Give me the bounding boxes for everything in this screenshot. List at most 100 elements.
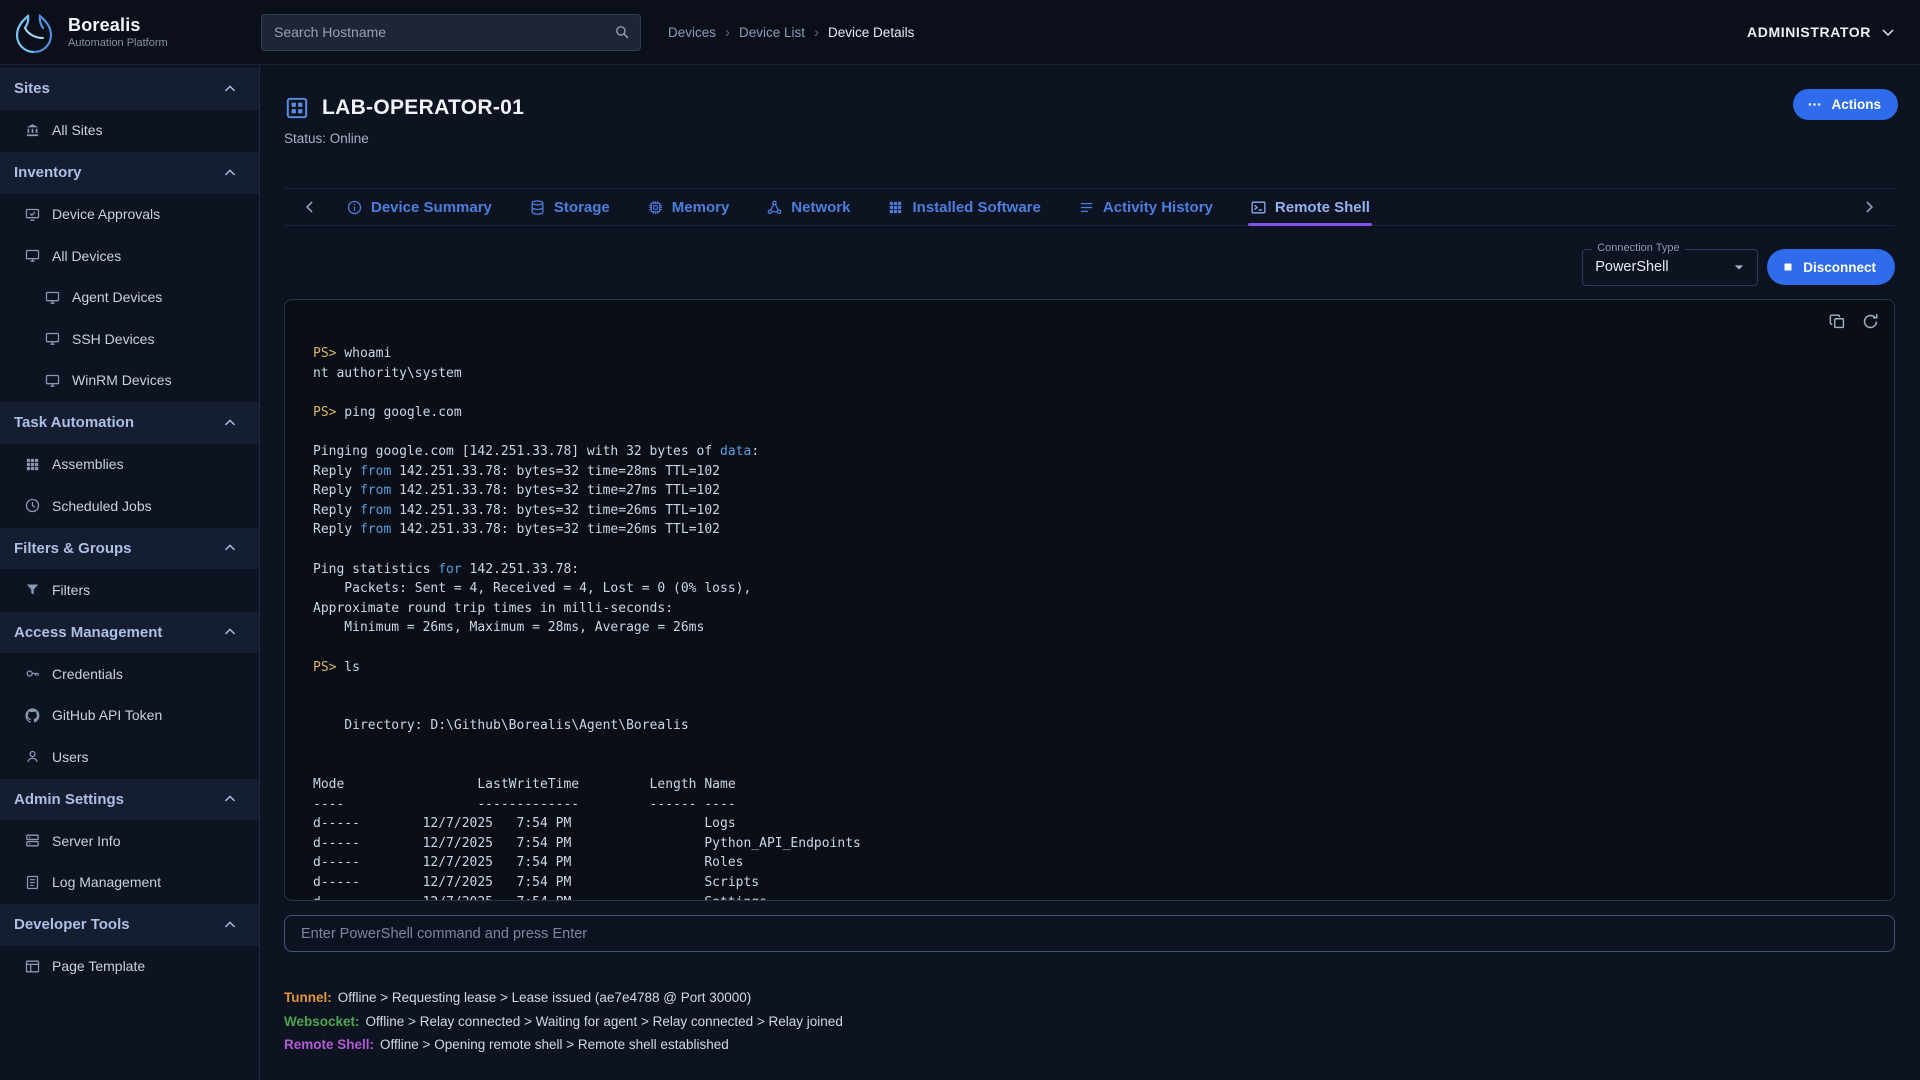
sidebar-section-access-management[interactable]: Access Management — [0, 612, 259, 654]
connection-type-select[interactable]: Connection Type PowerShell — [1582, 249, 1758, 286]
refresh-icon — [1861, 312, 1880, 331]
sidebar-item-filters[interactable]: Filters — [0, 569, 259, 611]
tabs-scroll-right-button[interactable] — [1859, 189, 1895, 225]
terminal-line: PS> whoami — [313, 344, 1866, 364]
sidebar-item-label: Assemblies — [52, 456, 124, 472]
network-icon — [766, 199, 783, 216]
chevron-up-icon — [221, 916, 239, 934]
sidebar-item-users[interactable]: Users — [0, 736, 259, 778]
status-line-websocket: Websocket:Offline > Relay connected > Wa… — [284, 1010, 1895, 1034]
tab-memory[interactable]: Memory — [645, 189, 732, 225]
sidebar-item-page-template[interactable]: Page Template — [0, 946, 259, 988]
tab-installed-software[interactable]: Installed Software — [885, 189, 1042, 225]
actions-button-label: Actions — [1831, 97, 1881, 112]
ellipsis-icon — [1806, 96, 1823, 113]
chevron-up-icon — [221, 80, 239, 98]
sidebar-item-github-api-token[interactable]: GitHub API Token — [0, 695, 259, 737]
terminal-line: d----- 12/7/2025 7:54 PM Roles — [313, 853, 1866, 873]
terminal-panel[interactable]: PS> whoamint authority\system PS> ping g… — [284, 299, 1895, 901]
device-header: LAB-OPERATOR-01 — [284, 91, 1895, 125]
monitor-icon — [44, 372, 61, 389]
breadcrumb-separator: › — [814, 24, 819, 41]
sidebar-item-assemblies[interactable]: Assemblies — [0, 444, 259, 486]
terminal-line — [313, 540, 1866, 560]
command-input[interactable] — [284, 915, 1895, 952]
terminal-line: Reply from 142.251.33.78: bytes=32 time=… — [313, 481, 1866, 501]
search-icon[interactable] — [613, 23, 631, 41]
tab-network[interactable]: Network — [764, 189, 852, 225]
device-check-icon — [24, 206, 41, 223]
sidebar-item-label: Users — [52, 749, 89, 765]
sidebar-section-inventory[interactable]: Inventory — [0, 152, 259, 194]
tab-device-summary[interactable]: Device Summary — [344, 189, 494, 225]
sidebar-item-label: Agent Devices — [72, 289, 162, 305]
user-menu[interactable]: ADMINISTRATOR — [1747, 22, 1898, 42]
status-line-label: Tunnel: — [284, 990, 332, 1005]
server-icon — [24, 832, 41, 849]
sidebar-section-admin-settings[interactable]: Admin Settings — [0, 779, 259, 821]
sidebar-item-label: Log Management — [52, 874, 161, 890]
copy-button[interactable] — [1828, 312, 1847, 331]
chevron-up-icon — [221, 623, 239, 641]
device-status: Status: Online — [284, 131, 1895, 146]
actions-button[interactable]: Actions — [1793, 89, 1898, 120]
terminal-line: Directory: D:\Github\Borealis\Agent\Bore… — [313, 716, 1866, 736]
status-line-text: Offline > Relay connected > Waiting for … — [366, 1014, 843, 1029]
sidebar-item-agent-devices[interactable]: Agent Devices — [0, 277, 259, 319]
history-icon — [1078, 199, 1095, 216]
topbar: Borealis Automation Platform Devices›Dev… — [0, 0, 1920, 65]
breadcrumb-item-device-details[interactable]: Device Details — [828, 25, 914, 40]
section-label: Developer Tools — [14, 916, 130, 933]
terminal-line: PS> ping google.com — [313, 403, 1866, 423]
sidebar-item-label: SSH Devices — [72, 331, 154, 347]
terminal-line: Reply from 142.251.33.78: bytes=32 time=… — [313, 520, 1866, 540]
tab-label: Remote Shell — [1275, 199, 1370, 216]
tab-label: Activity History — [1103, 199, 1213, 216]
breadcrumb-item-device-list[interactable]: Device List — [739, 25, 805, 40]
terminal-line: Ping statistics for 142.251.33.78: — [313, 560, 1866, 580]
tabbar: Device Summary Storage Memory Network Instal… — [284, 188, 1895, 226]
disconnect-button[interactable]: Disconnect — [1767, 249, 1895, 285]
bank-icon — [24, 122, 41, 139]
sidebar-section-sites[interactable]: Sites — [0, 68, 259, 110]
sidebar-item-label: All Sites — [52, 122, 103, 138]
terminal-line: ---- ------------- ------ ---- — [313, 795, 1866, 815]
tabs-scroll-left-button[interactable] — [284, 189, 320, 225]
sidebar-item-credentials[interactable]: Credentials — [0, 653, 259, 695]
terminal-output[interactable]: PS> whoamint authority\system PS> ping g… — [285, 300, 1894, 901]
search-input[interactable] — [261, 14, 641, 51]
refresh-button[interactable] — [1861, 312, 1880, 331]
terminal-line: Approximate round trip times in milli-se… — [313, 599, 1866, 619]
sidebar-item-all-sites[interactable]: All Sites — [0, 110, 259, 152]
sidebar-item-log-management[interactable]: Log Management — [0, 862, 259, 904]
tab-label: Network — [791, 199, 850, 216]
tab-remote-shell[interactable]: Remote Shell — [1248, 189, 1372, 225]
sidebar-item-ssh-devices[interactable]: SSH Devices — [0, 318, 259, 360]
terminal-line: Mode LastWriteTime Length Name — [313, 775, 1866, 795]
caret-down-icon — [1729, 257, 1749, 277]
tab-storage[interactable]: Storage — [527, 189, 612, 225]
terminal-line: d----- 12/7/2025 7:54 PM Python_API_Endp… — [313, 834, 1866, 854]
brand-text: Borealis Automation Platform — [68, 15, 168, 49]
sidebar: SitesAll SitesInventoryDevice ApprovalsA… — [0, 65, 260, 1080]
user-icon — [24, 748, 41, 765]
sidebar-item-label: GitHub API Token — [52, 707, 162, 723]
breadcrumb-item-devices[interactable]: Devices — [668, 25, 716, 40]
sidebar-item-winrm-devices[interactable]: WinRM Devices — [0, 360, 259, 402]
sidebar-item-scheduled-jobs[interactable]: Scheduled Jobs — [0, 485, 259, 527]
connection-type-value: PowerShell — [1595, 259, 1729, 275]
chevron-up-icon — [221, 790, 239, 808]
connection-type-label: Connection Type — [1592, 242, 1684, 254]
tab-activity-history[interactable]: Activity History — [1076, 189, 1215, 225]
copy-icon — [1828, 312, 1847, 331]
sidebar-section-filters-groups[interactable]: Filters & Groups — [0, 528, 259, 570]
sidebar-item-device-approvals[interactable]: Device Approvals — [0, 194, 259, 236]
sidebar-section-developer-tools[interactable]: Developer Tools — [0, 904, 259, 946]
sidebar-item-server-info[interactable]: Server Info — [0, 820, 259, 862]
device-name: LAB-OPERATOR-01 — [322, 96, 524, 120]
sidebar-section-task-automation[interactable]: Task Automation — [0, 402, 259, 444]
breadcrumb-separator: › — [725, 24, 730, 41]
breadcrumb: Devices › Device List › Device Details — [668, 24, 914, 41]
sidebar-item-all-devices[interactable]: All Devices — [0, 235, 259, 277]
section-label: Task Automation — [14, 414, 134, 431]
